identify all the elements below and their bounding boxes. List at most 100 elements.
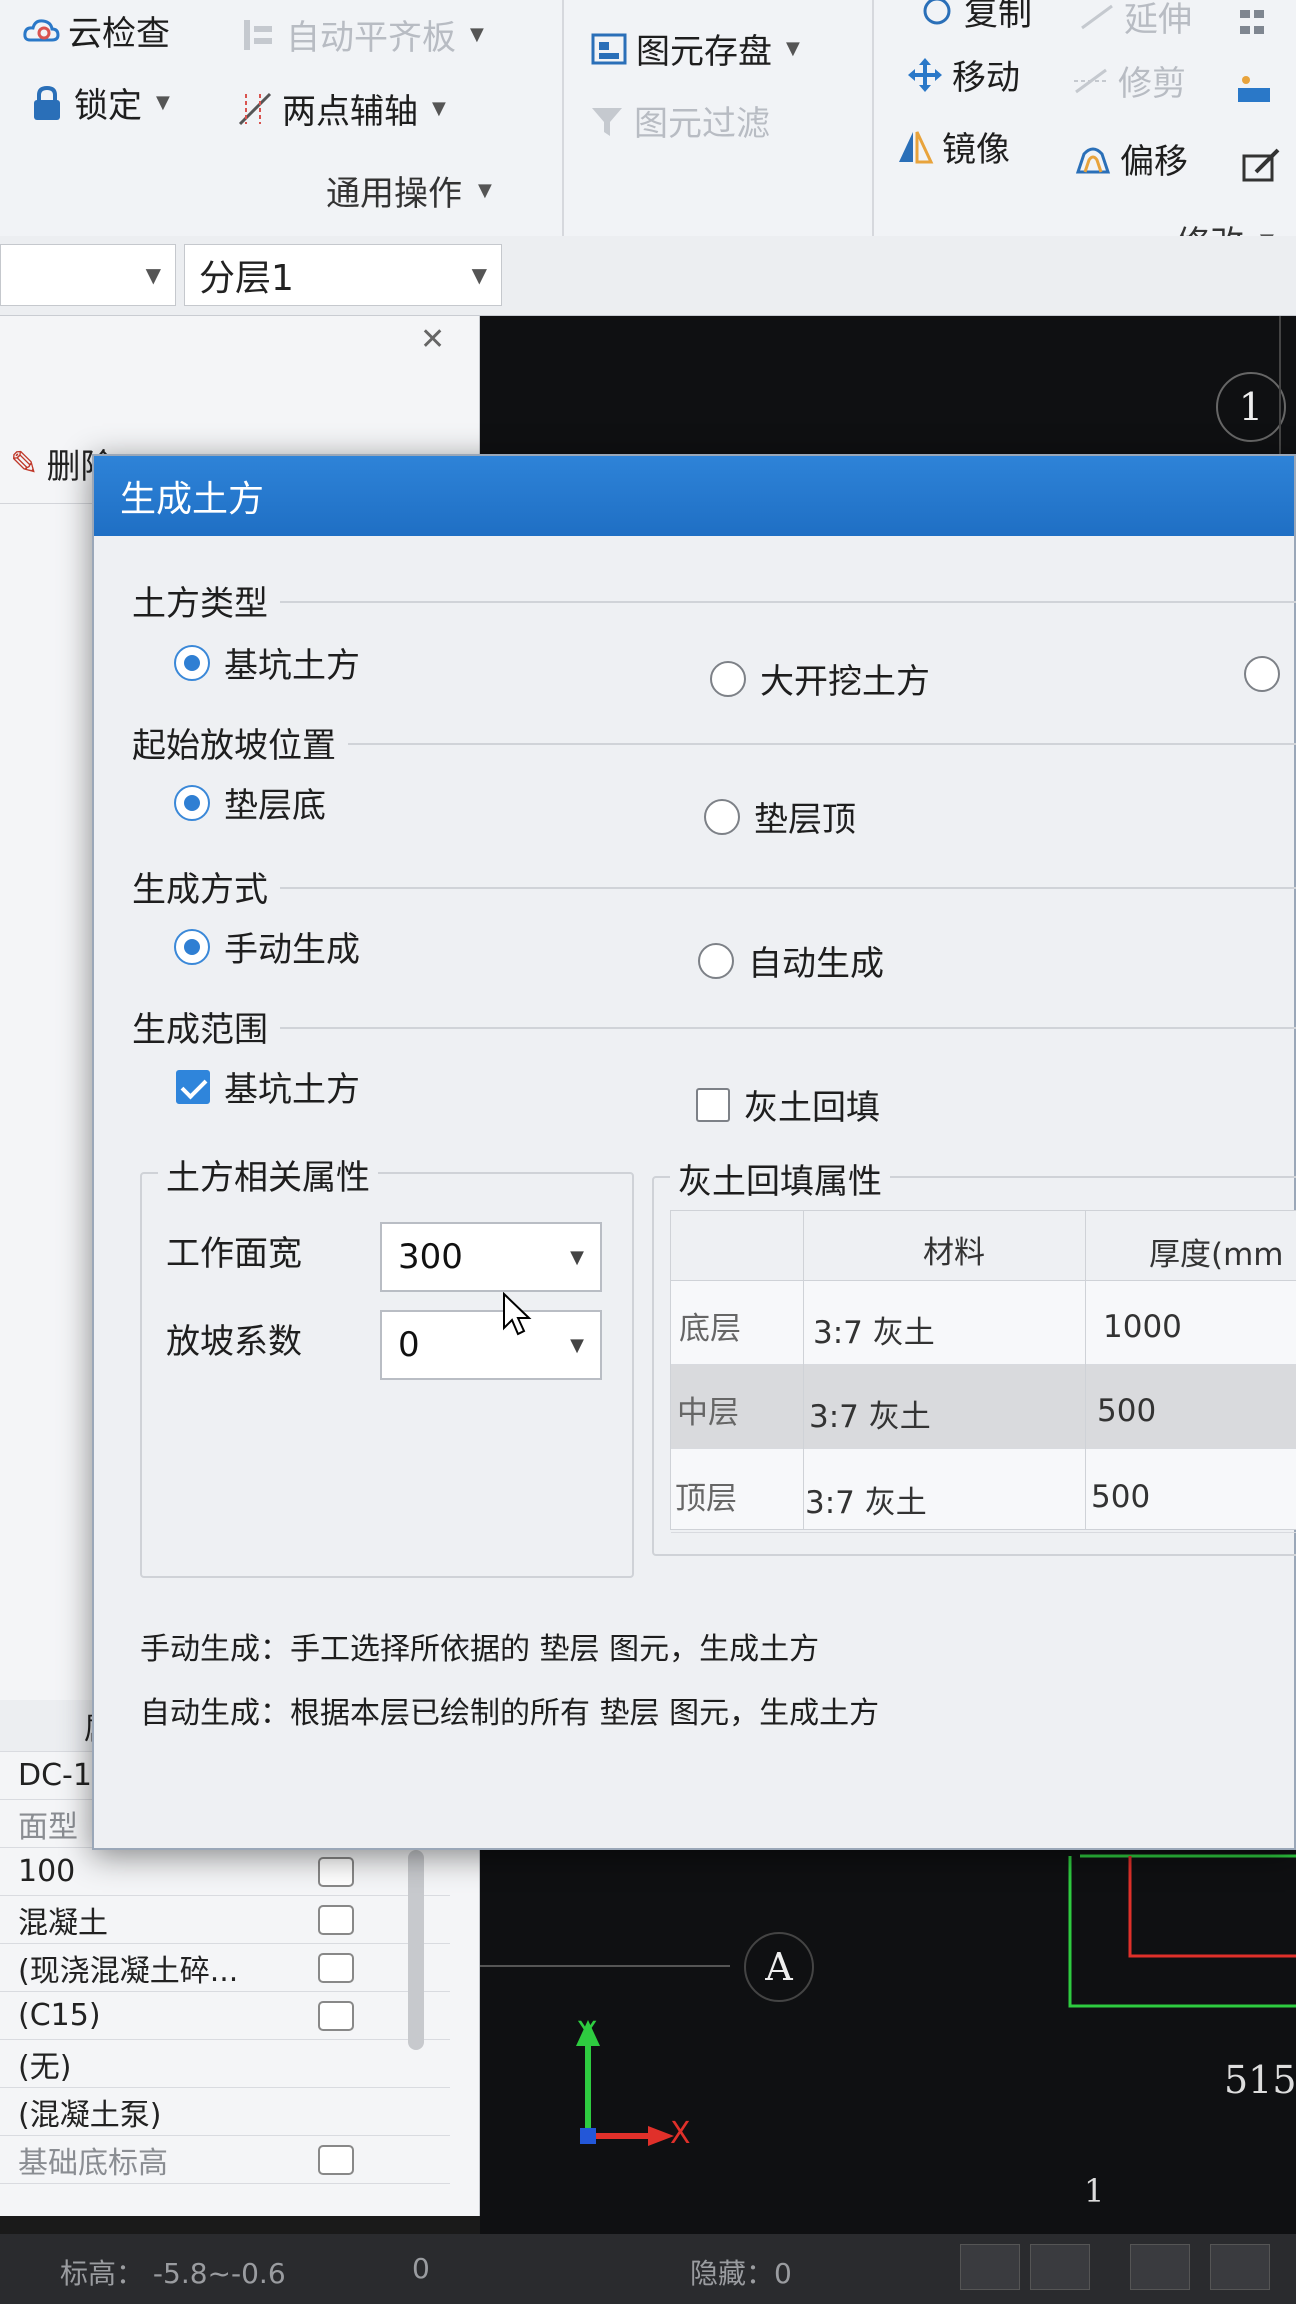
- slope-coef-label: 放坡系数: [166, 1322, 302, 1362]
- row-checkbox[interactable]: [318, 1952, 354, 1983]
- row-checkbox[interactable]: [318, 1856, 354, 1887]
- group-title: 土方相关属性: [158, 1150, 378, 1199]
- table-row[interactable]: 100: [0, 1848, 450, 1896]
- general-ops-menu[interactable]: 通用操作 ▼: [326, 166, 492, 215]
- radio-button[interactable]: [698, 942, 734, 979]
- offset-button[interactable]: 偏移: [1074, 134, 1188, 183]
- move-icon: [906, 56, 944, 94]
- status-toggle-button[interactable]: [1130, 2244, 1190, 2290]
- status-bar: 标高： -5.8~-0.6 0 隐藏：0: [0, 2234, 1296, 2304]
- row-checkbox[interactable]: [318, 2000, 354, 2031]
- table-row[interactable]: [671, 1365, 1296, 1449]
- radio-button[interactable]: [174, 644, 210, 681]
- settings-tool-icon[interactable]: [1234, 70, 1274, 110]
- section-slope-start: 起始放坡位置: [94, 718, 1296, 768]
- radio-cushion-bottom[interactable]: 垫层底: [174, 778, 326, 827]
- layer-select[interactable]: 分层1 ▼: [184, 244, 502, 306]
- row-checkbox[interactable]: [318, 1904, 354, 1935]
- scrollbar[interactable]: [408, 1850, 424, 2050]
- cell-thickness[interactable]: 500: [1097, 1393, 1156, 1429]
- chevron-down-icon: ▼: [156, 92, 170, 113]
- status-toggle-button[interactable]: [1030, 2244, 1090, 2290]
- extend-button[interactable]: 延伸: [1078, 0, 1192, 41]
- ribbon-divider: [872, 0, 874, 240]
- element-save-button[interactable]: 图元存盘 ▼: [590, 24, 800, 73]
- radio-cushion-top[interactable]: 垫层顶: [704, 792, 856, 841]
- floor-select[interactable]: ▼: [0, 244, 176, 306]
- layer-bar: ▼ 分层1 ▼: [0, 236, 1296, 316]
- note-manual: 手动生成：手工选择所依据的 垫层 图元，生成土方: [140, 1632, 820, 1667]
- mirror-button[interactable]: 镜像: [896, 122, 1010, 171]
- section-label: 生成范围: [132, 1002, 1296, 1051]
- radio-open-excavation[interactable]: 大开挖土方: [710, 654, 930, 703]
- cell-material[interactable]: 3:7 灰土: [813, 1307, 935, 1352]
- radio-pit-earthwork[interactable]: 基坑土方: [174, 638, 360, 687]
- radio-button[interactable]: [174, 784, 210, 821]
- checkbox[interactable]: [696, 1087, 730, 1122]
- note-auto: 自动生成：根据本层已绘制的所有 垫层 图元，生成土方: [140, 1696, 880, 1731]
- row-checkbox[interactable]: [318, 2144, 354, 2175]
- table-row[interactable]: [671, 1449, 1296, 1533]
- table-row[interactable]: (C15): [0, 1992, 450, 2040]
- table-row[interactable]: [671, 1281, 1296, 1365]
- offset-icon: [1074, 140, 1112, 178]
- section-label: 土方类型: [132, 576, 1296, 625]
- checkbox-pit-earthwork[interactable]: 基坑土方: [176, 1062, 360, 1111]
- edit-icon[interactable]: [1242, 146, 1282, 186]
- radio-button[interactable]: [704, 798, 740, 835]
- radio-button[interactable]: [174, 928, 210, 965]
- radio-button[interactable]: [1244, 656, 1280, 692]
- table-row[interactable]: (无): [0, 2040, 450, 2088]
- table-row[interactable]: (现浇混凝土碎...: [0, 1944, 450, 1992]
- copy-button[interactable]: 复制: [918, 0, 1032, 35]
- col-header-thickness: 厚度(mm: [1149, 1237, 1284, 1273]
- extend-icon: [1078, 0, 1116, 36]
- section-earthwork-type: 土方类型: [94, 576, 1296, 626]
- cell-thickness[interactable]: 500: [1091, 1479, 1150, 1515]
- generate-earthwork-dialog: 生成土方 土方类型 基坑土方 大开挖土方 起始放坡位置 垫层底 垫层顶 生成方式…: [92, 454, 1296, 1850]
- table-row[interactable]: (混凝土泵): [0, 2088, 450, 2136]
- radio-third-option[interactable]: [1244, 656, 1280, 692]
- two-point-axis-button[interactable]: 两点辅轴 ▼: [236, 84, 446, 133]
- radio-button[interactable]: [710, 660, 746, 697]
- work-width-label: 工作面宽: [166, 1234, 302, 1274]
- checkbox-lime-backfill[interactable]: 灰土回填: [696, 1080, 880, 1129]
- auto-align-button[interactable]: 自动平齐板 ▼: [240, 10, 484, 59]
- chevron-down-icon: ▼: [478, 180, 492, 201]
- cell-material[interactable]: 3:7 灰土: [809, 1391, 931, 1436]
- element-filter-button[interactable]: 图元过滤: [588, 96, 770, 145]
- slope-coef-dropdown[interactable]: 0 ▼: [380, 1310, 602, 1380]
- lock-icon: [28, 84, 66, 122]
- row-label-middle: 中层: [677, 1395, 739, 1431]
- cloud-check-button[interactable]: 云检查: [22, 6, 170, 55]
- lock-button[interactable]: 锁定 ▼: [28, 78, 170, 127]
- table-row[interactable]: 混凝土: [0, 1896, 450, 1944]
- chevron-down-icon: ▼: [145, 263, 161, 287]
- work-width-dropdown[interactable]: 300 ▼: [380, 1222, 602, 1292]
- cell-material[interactable]: 3:7 灰土: [805, 1477, 927, 1522]
- ribbon-toolbar: 云检查 自动平齐板 ▼ 图元存盘 ▼ 复制 延伸 锁定 ▼ 两点辅轴 ▼ 图元过…: [0, 0, 1296, 264]
- status-toggle-button[interactable]: [960, 2244, 1020, 2290]
- checkbox[interactable]: [176, 1069, 210, 1104]
- move-button[interactable]: 移动: [906, 50, 1020, 99]
- radio-manual-generate[interactable]: 手动生成: [174, 922, 360, 971]
- chevron-down-icon: ▼: [570, 1246, 584, 1268]
- trim-icon: [1072, 62, 1110, 100]
- table-row[interactable]: 基础底标高: [0, 2136, 450, 2184]
- dimension-text: 515: [1224, 2058, 1296, 2102]
- ribbon-divider: [562, 0, 564, 240]
- dialog-titlebar[interactable]: 生成土方: [94, 456, 1294, 536]
- cell-thickness[interactable]: 1000: [1103, 1309, 1182, 1345]
- copy-icon: [918, 0, 956, 30]
- chevron-down-icon: ▼: [470, 24, 484, 45]
- chevron-down-icon: ▼: [570, 1334, 584, 1356]
- radio-auto-generate[interactable]: 自动生成: [698, 936, 884, 985]
- axis-icon: [236, 90, 274, 128]
- status-toggle-button[interactable]: [1210, 2244, 1270, 2290]
- mouse-cursor-icon: [503, 1292, 532, 1336]
- group-title: 灰土回填属性: [670, 1154, 890, 1203]
- more-tools-icon[interactable]: [1238, 4, 1278, 44]
- filter-icon: [588, 102, 626, 140]
- close-icon[interactable]: ✕: [420, 322, 445, 357]
- trim-button[interactable]: 修剪: [1072, 56, 1186, 105]
